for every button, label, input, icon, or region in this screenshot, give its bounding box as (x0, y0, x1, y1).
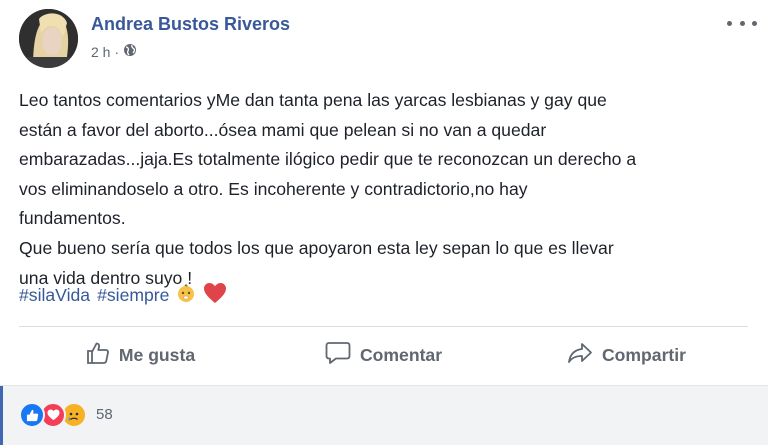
hashtag-link[interactable]: #silaVida (19, 285, 90, 306)
hashtags: #silaVida #siempre (19, 282, 227, 309)
facebook-post: Andrea Bustos Riveros 2 h · Leo tantos c… (0, 0, 768, 445)
hashtag-link[interactable]: #siempre (97, 285, 169, 306)
post-line: Que bueno sería que todos los que apoyar… (19, 237, 614, 258)
comment-label: Comentar (359, 344, 443, 365)
more-options-button[interactable] (727, 13, 757, 33)
post-actions: Me gusta Comentar Compartir (19, 326, 748, 384)
baby-emoji-icon (176, 283, 196, 308)
globe-icon[interactable] (123, 43, 137, 60)
post-line: vos eliminandoselo a otro. Es incoherent… (19, 178, 528, 199)
focus-indicator (0, 386, 3, 445)
thumbs-up-icon (86, 341, 110, 370)
post-line: están a favor del aborto...ósea mami que… (19, 119, 547, 140)
like-label: Me gusta (118, 344, 196, 365)
like-reaction-icon (19, 402, 45, 428)
dot-icon (752, 20, 757, 26)
post-line: fundamentos. (19, 208, 126, 229)
post-time[interactable]: 2 h (91, 44, 110, 60)
comment-button[interactable]: Comentar (262, 326, 505, 384)
author-avatar[interactable] (19, 9, 78, 68)
share-label: Compartir (601, 344, 687, 365)
post-line: embarazadas...jaja.Es totalmente ilógico… (19, 149, 637, 170)
dot-icon (739, 20, 745, 26)
reactions-bar: 58 (0, 385, 768, 445)
share-arrow-icon (567, 342, 593, 369)
comment-bubble-icon (325, 341, 351, 370)
reaction-icons[interactable] (19, 402, 87, 428)
dot-icon (727, 20, 732, 26)
like-button[interactable]: Me gusta (19, 326, 262, 384)
meta-separator: · (114, 43, 120, 60)
reaction-count[interactable]: 58 (96, 406, 113, 423)
red-heart-icon (203, 282, 227, 309)
post-meta: 2 h · (91, 43, 137, 60)
post-line: Leo tantos comentarios yMe dan tanta pen… (19, 90, 607, 110)
post-body: Leo tantos comentarios yMe dan tanta pen… (19, 86, 754, 293)
share-button[interactable]: Compartir (505, 326, 748, 384)
author-name[interactable]: Andrea Bustos Riveros (91, 14, 290, 35)
